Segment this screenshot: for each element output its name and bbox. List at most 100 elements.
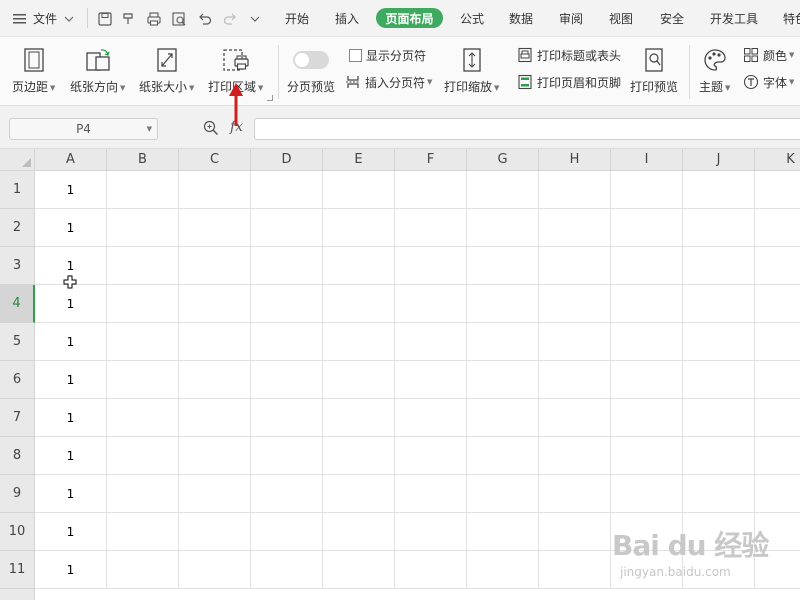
cell-j6[interactable]	[683, 361, 755, 399]
cell-h2[interactable]	[539, 209, 611, 247]
formula-input[interactable]	[254, 118, 800, 140]
cell-f3[interactable]	[395, 247, 467, 285]
row-header[interactable]: 4	[0, 285, 35, 323]
cell-d1[interactable]	[251, 171, 323, 209]
row-header[interactable]: 1	[0, 171, 35, 209]
cell-d8[interactable]	[251, 437, 323, 475]
cell-i8[interactable]	[611, 437, 683, 475]
cell-f8[interactable]	[395, 437, 467, 475]
margins-button[interactable]: 页边距 ▼	[12, 45, 55, 95]
row-header[interactable]: 10	[0, 513, 35, 551]
customize-toolbar-icon[interactable]	[244, 0, 266, 37]
cell-f10[interactable]	[395, 513, 467, 551]
cell-k8[interactable]	[755, 437, 800, 475]
cell-a1[interactable]: 1	[35, 171, 107, 209]
cell-h8[interactable]	[539, 437, 611, 475]
cell-k1[interactable]	[755, 171, 800, 209]
cell-d11[interactable]	[251, 551, 323, 589]
file-menu-button[interactable]: 文件	[12, 0, 75, 37]
column-header-c[interactable]: C	[179, 149, 251, 171]
cell-g6[interactable]	[467, 361, 539, 399]
cell-i2[interactable]	[611, 209, 683, 247]
cell-e9[interactable]	[323, 475, 395, 513]
tab-developer[interactable]: 开发工具	[705, 0, 763, 37]
cell-k9[interactable]	[755, 475, 800, 513]
tab-view[interactable]: 视图	[604, 0, 638, 37]
fonts-button[interactable]: 字体 ▼	[743, 72, 794, 92]
cell-k2[interactable]	[755, 209, 800, 247]
cell-g10[interactable]	[467, 513, 539, 551]
cell-g8[interactable]	[467, 437, 539, 475]
cell-i7[interactable]	[611, 399, 683, 437]
row-header[interactable]: 7	[0, 399, 35, 437]
cell-i6[interactable]	[611, 361, 683, 399]
cell-c5[interactable]	[179, 323, 251, 361]
cell-j2[interactable]	[683, 209, 755, 247]
tab-home[interactable]: 开始	[280, 0, 314, 37]
cell-b5[interactable]	[107, 323, 179, 361]
column-header-j[interactable]: J	[683, 149, 755, 171]
paper-size-button[interactable]: 纸张大小 ▼	[139, 45, 194, 95]
cell-j9[interactable]	[683, 475, 755, 513]
cell-b9[interactable]	[107, 475, 179, 513]
print-preview-icon[interactable]	[168, 0, 190, 37]
cell-d4[interactable]	[251, 285, 323, 323]
cell-g9[interactable]	[467, 475, 539, 513]
print-preview-button[interactable]: 打印预览	[630, 45, 678, 95]
tab-insert[interactable]: 插入	[330, 0, 364, 37]
colors-button[interactable]: 颜色 ▼	[743, 45, 794, 65]
redo-icon[interactable]	[219, 0, 241, 37]
cell-e11[interactable]	[323, 551, 395, 589]
cell-f1[interactable]	[395, 171, 467, 209]
cell-c6[interactable]	[179, 361, 251, 399]
cell-h1[interactable]	[539, 171, 611, 209]
cell-f6[interactable]	[395, 361, 467, 399]
cell-f5[interactable]	[395, 323, 467, 361]
column-header-h[interactable]: H	[539, 149, 611, 171]
cell-a10[interactable]: 1	[35, 513, 107, 551]
row-header-partial[interactable]	[0, 589, 35, 600]
cell-e2[interactable]	[323, 209, 395, 247]
cell-g11[interactable]	[467, 551, 539, 589]
cell-d2[interactable]	[251, 209, 323, 247]
cell-d7[interactable]	[251, 399, 323, 437]
cell-g3[interactable]	[467, 247, 539, 285]
cell-e8[interactable]	[323, 437, 395, 475]
row-header[interactable]: 6	[0, 361, 35, 399]
cell-k6[interactable]	[755, 361, 800, 399]
cell-h7[interactable]	[539, 399, 611, 437]
show-page-breaks-checkbox[interactable]: 显示分页符	[349, 45, 426, 65]
cell-b10[interactable]	[107, 513, 179, 551]
cell-c3[interactable]	[179, 247, 251, 285]
cell-d3[interactable]	[251, 247, 323, 285]
column-header-g[interactable]: G	[467, 149, 539, 171]
cell-c11[interactable]	[179, 551, 251, 589]
cell-e1[interactable]	[323, 171, 395, 209]
undo-icon[interactable]	[194, 0, 216, 37]
cell-b3[interactable]	[107, 247, 179, 285]
tab-security[interactable]: 安全	[655, 0, 689, 37]
cell-c9[interactable]	[179, 475, 251, 513]
cell-i4[interactable]	[611, 285, 683, 323]
tab-page-layout[interactable]: 页面布局	[376, 8, 443, 28]
cell-b2[interactable]	[107, 209, 179, 247]
cell-e7[interactable]	[323, 399, 395, 437]
print-icon[interactable]	[143, 0, 165, 37]
cell-e5[interactable]	[323, 323, 395, 361]
column-header-e[interactable]: E	[323, 149, 395, 171]
cell-k4[interactable]	[755, 285, 800, 323]
cell-i9[interactable]	[611, 475, 683, 513]
cell-d9[interactable]	[251, 475, 323, 513]
cell-k5[interactable]	[755, 323, 800, 361]
column-header-f[interactable]: F	[395, 149, 467, 171]
cell-e10[interactable]	[323, 513, 395, 551]
print-titles-button[interactable]: 打印标题或表头	[517, 45, 621, 65]
column-header-a[interactable]: A	[35, 149, 107, 171]
cell-f2[interactable]	[395, 209, 467, 247]
checkbox-icon[interactable]	[349, 48, 362, 62]
column-header-i[interactable]: I	[611, 149, 683, 171]
cell-b1[interactable]	[107, 171, 179, 209]
cell-c8[interactable]	[179, 437, 251, 475]
cell-f11[interactable]	[395, 551, 467, 589]
tab-review[interactable]: 审阅	[554, 0, 588, 37]
